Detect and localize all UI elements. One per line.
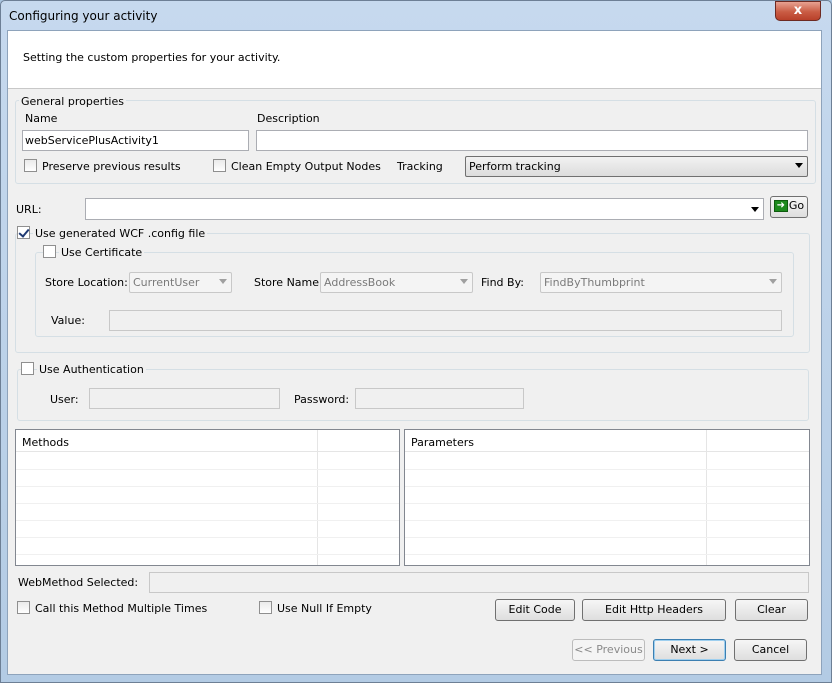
use-wcf-config-label: Use generated WCF .config file	[33, 227, 208, 240]
grid-row-divider	[16, 486, 399, 487]
tracking-label: Tracking	[397, 160, 443, 173]
clean-empty-nodes-label: Clean Empty Output Nodes	[231, 160, 381, 173]
use-wcf-config-checkbox[interactable]	[17, 226, 30, 239]
preserve-results-checkbox[interactable]	[24, 159, 37, 172]
grid-row-divider	[405, 469, 809, 470]
url-dropdown-icon[interactable]	[751, 207, 759, 212]
use-null-if-empty-label: Use Null If Empty	[277, 602, 372, 615]
use-certificate-checkbox[interactable]	[43, 245, 56, 258]
tracking-select[interactable]: Perform tracking	[465, 156, 808, 177]
find-by-value: FindByThumbprint	[544, 276, 645, 289]
grid-row-divider	[405, 520, 809, 521]
store-location-label: Store Location:	[45, 276, 128, 289]
store-name-label: Store Name:	[254, 276, 323, 289]
parameters-grid[interactable]	[404, 429, 810, 566]
description-input[interactable]	[256, 130, 808, 151]
methods-grid-header	[16, 430, 399, 452]
window-title: Configuring your activity	[9, 9, 158, 23]
grid-row-divider	[16, 554, 399, 555]
url-input[interactable]	[85, 198, 764, 220]
header-text: Setting the custom properties for your a…	[23, 51, 281, 64]
name-input[interactable]: webServicePlusActivity1	[22, 130, 249, 151]
go-arrow-icon: ➜	[773, 200, 788, 212]
webmethod-selected-label: WebMethod Selected:	[18, 576, 139, 589]
cancel-button[interactable]: Cancel	[734, 639, 807, 661]
call-multiple-times-checkbox[interactable]	[17, 601, 30, 614]
preserve-results-label: Preserve previous results	[42, 160, 181, 173]
call-multiple-times-label: Call this Method Multiple Times	[35, 602, 208, 615]
close-icon: x	[793, 3, 803, 18]
use-authentication-checkbox[interactable]	[21, 362, 34, 375]
grid-row-divider	[405, 537, 809, 538]
value-label: Value:	[51, 314, 85, 327]
parameters-column-divider	[706, 430, 707, 565]
next-button[interactable]: Next >	[653, 639, 726, 661]
grid-row-divider	[16, 503, 399, 504]
use-null-if-empty-checkbox[interactable]	[259, 601, 272, 614]
store-location-value: CurrentUser	[133, 276, 200, 289]
user-input[interactable]	[89, 388, 280, 409]
find-by-label: Find By:	[481, 276, 524, 289]
use-authentication-label: Use Authentication	[37, 363, 146, 376]
store-location-select[interactable]: CurrentUser	[129, 272, 232, 293]
clean-empty-nodes-checkbox[interactable]	[213, 159, 226, 172]
grid-row-divider	[16, 537, 399, 538]
close-button[interactable]: x	[775, 1, 821, 21]
use-certificate-label: Use Certificate	[59, 246, 145, 259]
methods-column-divider	[317, 430, 318, 565]
previous-button[interactable]: << Previous	[572, 639, 645, 661]
general-properties-label: General properties	[19, 95, 126, 108]
tracking-value: Perform tracking	[469, 160, 561, 173]
go-button[interactable]: ➜ Go	[770, 196, 808, 218]
edit-http-headers-button[interactable]: Edit Http Headers	[582, 599, 726, 621]
clear-button[interactable]: Clear	[735, 599, 808, 621]
chevron-down-icon	[460, 279, 468, 284]
grid-row-divider	[405, 486, 809, 487]
methods-column-header[interactable]: Methods	[22, 436, 69, 449]
name-label: Name	[25, 112, 58, 125]
password-label: Password:	[294, 393, 350, 406]
methods-grid[interactable]	[15, 429, 400, 566]
webmethod-selected-field	[149, 572, 809, 593]
store-name-select[interactable]: AddressBook	[320, 272, 473, 293]
certificate-value-input[interactable]	[109, 310, 782, 331]
user-label: User:	[50, 393, 79, 406]
grid-row-divider	[16, 469, 399, 470]
chevron-down-icon	[219, 279, 227, 284]
description-label: Description	[257, 112, 320, 125]
find-by-select[interactable]: FindByThumbprint	[540, 272, 782, 293]
grid-row-divider	[405, 503, 809, 504]
edit-code-button[interactable]: Edit Code	[495, 599, 575, 621]
go-button-label: Go	[788, 199, 805, 212]
grid-row-divider	[16, 520, 399, 521]
chevron-down-icon	[769, 279, 777, 284]
chevron-down-icon	[795, 163, 803, 168]
url-label: URL:	[16, 203, 42, 216]
store-name-value: AddressBook	[324, 276, 396, 289]
parameters-column-header[interactable]: Parameters	[411, 436, 474, 449]
grid-row-divider	[405, 554, 809, 555]
password-input[interactable]	[355, 388, 524, 409]
